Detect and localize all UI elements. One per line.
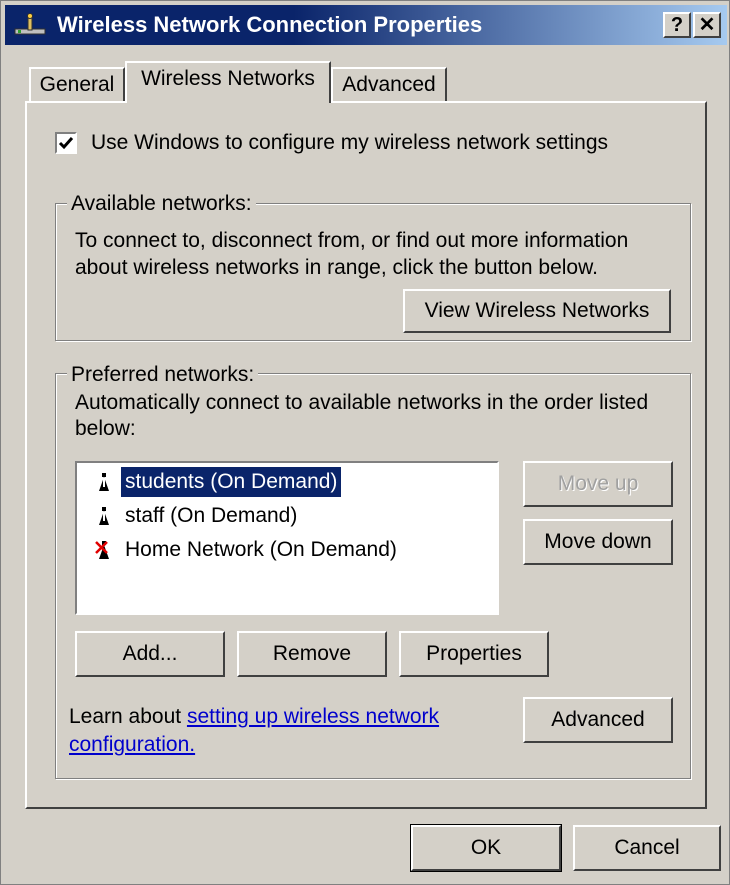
properties-dialog: Wireless Network Connection Properties ?…: [0, 0, 730, 885]
close-button[interactable]: ✕: [693, 12, 721, 38]
ok-button[interactable]: OK: [410, 824, 562, 872]
remove-button[interactable]: Remove: [237, 631, 387, 677]
view-wireless-networks-button[interactable]: View Wireless Networks: [403, 289, 671, 333]
available-description-1: To connect to, disconnect from, or find …: [75, 229, 629, 252]
network-label: staff (On Demand): [125, 504, 298, 527]
learn-about-prefix: Learn about: [69, 705, 187, 728]
learn-about-text: Learn about setting up wireless network …: [69, 703, 439, 759]
window-title: Wireless Network Connection Properties: [57, 12, 483, 37]
preferred-description-2: below:: [75, 417, 136, 440]
tab-advanced[interactable]: Advanced: [331, 67, 447, 103]
advanced-button[interactable]: Advanced: [523, 697, 673, 743]
move-up-button[interactable]: Move up: [523, 461, 673, 507]
available-description-2: about wireless networks in range, click …: [75, 256, 598, 279]
antenna-icon: [99, 507, 109, 525]
setup-help-link[interactable]: setting up wireless network: [187, 705, 439, 728]
antenna-icon: [99, 473, 109, 491]
preferred-networks-legend: Preferred networks:: [67, 363, 259, 387]
add-button[interactable]: Add...: [75, 631, 225, 677]
network-label: students (On Demand): [121, 467, 342, 497]
title-bar[interactable]: Wireless Network Connection Properties ?…: [5, 5, 727, 45]
network-connection-icon: [14, 13, 46, 35]
move-down-button[interactable]: Move down: [523, 519, 673, 565]
help-button[interactable]: ?: [663, 12, 691, 38]
properties-button[interactable]: Properties: [399, 631, 549, 677]
use-windows-label: Use Windows to configure my wireless net…: [91, 131, 609, 154]
setup-help-link-continued[interactable]: configuration.: [69, 733, 195, 756]
tab-wireless-networks[interactable]: Wireless Networks: [125, 61, 331, 103]
tab-general[interactable]: General: [29, 67, 125, 103]
available-networks-legend: Available networks:: [67, 192, 256, 216]
preferred-networks-list[interactable]: students (On Demand) staff (On Demand) H…: [75, 461, 499, 615]
antenna-unavailable-icon: [95, 541, 109, 559]
network-label: Home Network (On Demand): [125, 538, 397, 561]
preferred-description-1: Automatically connect to available netwo…: [75, 391, 649, 414]
cancel-button[interactable]: Cancel: [573, 825, 721, 871]
checkmark-icon: [58, 137, 74, 150]
use-windows-checkbox[interactable]: [55, 132, 77, 154]
